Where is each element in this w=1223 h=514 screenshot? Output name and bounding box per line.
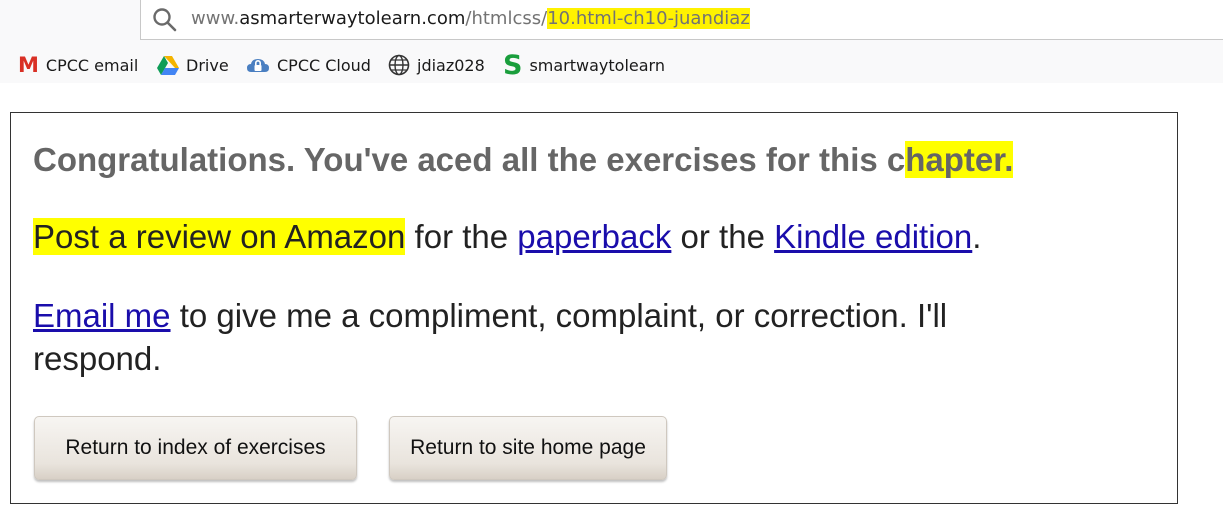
url-path: /htmlcss/ <box>465 8 548 29</box>
review-text: for the <box>405 218 518 255</box>
address-bar[interactable]: www.asmarterwaytolearn.com/htmlcss/10.ht… <box>140 0 1223 40</box>
gmail-icon: M <box>18 53 39 77</box>
bookmark-jdiaz028[interactable]: jdiaz028 <box>388 50 485 80</box>
review-text: or the <box>671 218 775 255</box>
bookmark-smartwaytolearn[interactable]: S smartwaytolearn <box>503 49 665 81</box>
heading-highlighted-text: hapter. <box>905 141 1014 178</box>
s-logo-icon: S <box>503 49 523 81</box>
lock-cloud-icon <box>247 59 269 72</box>
review-highlight: Post a review on Amazon <box>33 218 406 255</box>
email-text: to give me a compliment, complaint, or c… <box>170 297 948 334</box>
bookmark-cpcc-email[interactable]: M CPCC email <box>18 50 138 80</box>
bookmark-label: smartwaytolearn <box>529 55 665 75</box>
email-paragraph-line2: respond. <box>33 340 162 377</box>
bookmark-cpcc-cloud[interactable]: CPCC Cloud <box>246 50 371 80</box>
bookmark-label: Drive <box>186 55 229 75</box>
congratulations-heading: Congratulations. You've aced all the exe… <box>33 140 1014 180</box>
bookmark-label: jdiaz028 <box>417 55 485 75</box>
url-highlighted-part: 10.html-ch10-juandiaz <box>547 8 750 29</box>
content-box: Congratulations. You've aced all the exe… <box>10 112 1178 504</box>
return-to-home-button[interactable]: Return to site home page <box>389 416 667 480</box>
search-icon <box>153 8 177 32</box>
browser-toolbar: www.asmarterwaytolearn.com/htmlcss/10.ht… <box>0 0 1223 83</box>
review-paragraph: Post a review on Amazon for the paperbac… <box>33 216 981 258</box>
review-text: . <box>972 218 982 255</box>
email-link[interactable]: Email me <box>33 297 171 334</box>
email-paragraph: Email me to give me a compliment, compla… <box>33 295 947 337</box>
url-text[interactable]: www.asmarterwaytolearn.com/htmlcss/10.ht… <box>191 7 750 31</box>
return-to-index-button[interactable]: Return to index of exercises <box>34 416 357 480</box>
google-drive-icon <box>157 56 179 75</box>
paperback-link[interactable]: paperback <box>517 218 671 255</box>
url-prefix: www. <box>191 8 240 29</box>
bookmark-drive[interactable]: Drive <box>157 50 229 80</box>
globe-icon <box>388 54 410 76</box>
bookmarks-bar: M CPCC email Drive CPCC Cloud jdiaz028 S… <box>0 48 1223 82</box>
bookmark-label: CPCC email <box>45 55 139 75</box>
bookmark-label: CPCC Cloud <box>277 55 371 75</box>
kindle-link[interactable]: Kindle edition <box>774 218 972 255</box>
heading-text: Congratulations. You've aced all the exe… <box>33 141 906 178</box>
url-domain: asmarterwaytolearn.com <box>239 8 466 29</box>
